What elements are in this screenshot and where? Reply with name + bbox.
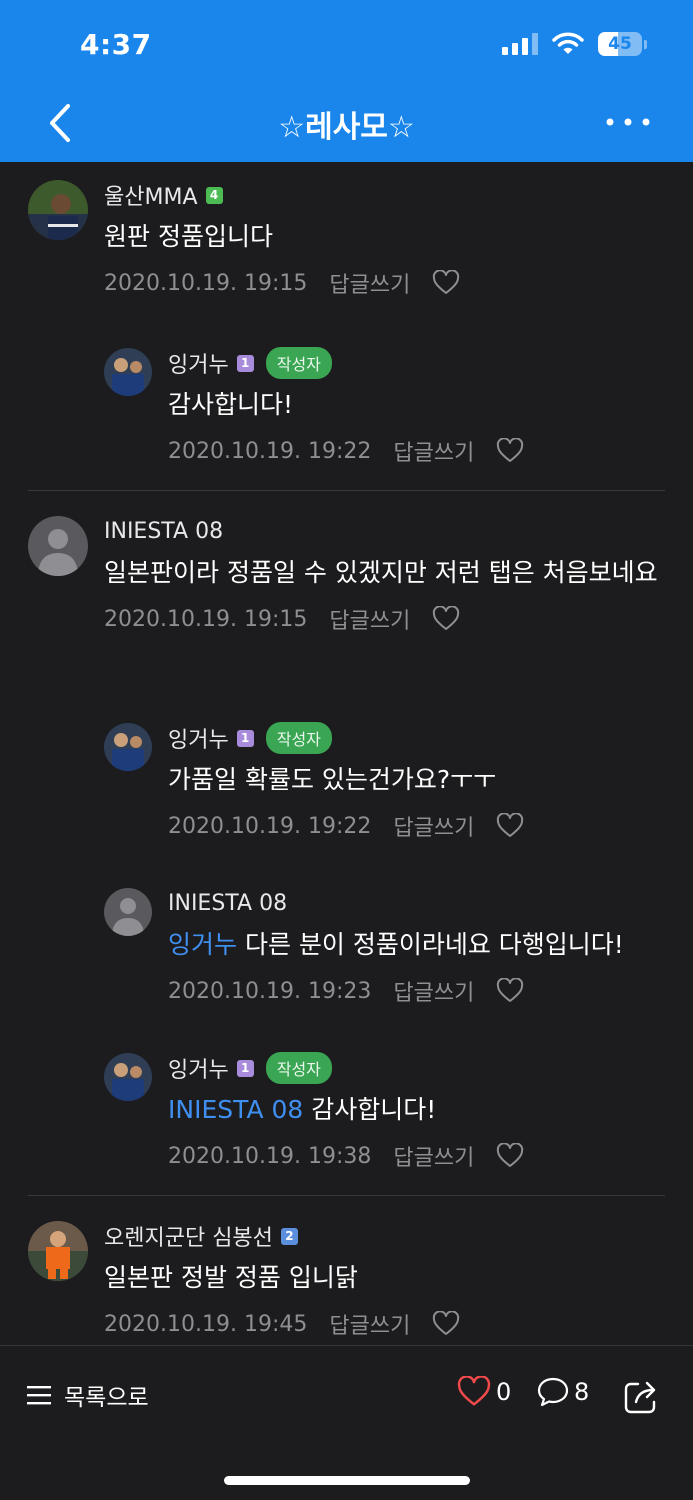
back-to-list-label: 목록으로: [64, 1385, 149, 1411]
status-icons: 45: [502, 32, 647, 56]
heart-icon[interactable]: [432, 270, 460, 296]
comment-date: 2020.10.19. 19:45: [104, 1311, 308, 1337]
avatar[interactable]: [104, 348, 152, 396]
bottom-toolbar: 목록으로 0 8: [0, 1345, 693, 1500]
comment-text-body: 다른 분이 정품이라네요 다행입니다!: [244, 930, 624, 959]
home-indicator: [224, 1476, 470, 1485]
author-badge: 작성자: [265, 1052, 332, 1084]
battery-icon: 45: [598, 32, 647, 56]
reply-button[interactable]: 답글쓰기: [393, 810, 474, 842]
avatar[interactable]: [104, 1053, 152, 1101]
like-count: 0: [496, 1378, 512, 1406]
avatar-photo-icon: [104, 348, 152, 396]
avatar[interactable]: [28, 1221, 88, 1281]
comment-date: 2020.10.19. 19:15: [104, 270, 308, 296]
reply-comment: 잉거누 1 작성자 INIESTA 08 감사합니다! 2020.10.19. …: [168, 1052, 668, 1172]
level-badge: 4: [205, 186, 223, 204]
comment-date: 2020.10.19. 19:22: [168, 813, 372, 839]
comment: INIESTA 08 일본판이라 정품일 수 있겠지만 저런 탭은 처음보네요 …: [104, 516, 670, 635]
reply-button[interactable]: 답글쓰기: [329, 267, 410, 299]
heart-icon[interactable]: [432, 1311, 460, 1337]
avatar-photo-icon: [104, 1053, 152, 1101]
avatar[interactable]: [104, 723, 152, 771]
default-avatar-icon: [104, 888, 152, 936]
like-button[interactable]: 0: [456, 1376, 511, 1408]
author-badge: 작성자: [265, 347, 332, 379]
level-badge: 1: [236, 354, 254, 372]
avatar[interactable]: [28, 180, 88, 240]
comment-text: INIESTA 08 감사합니다!: [168, 1091, 668, 1129]
comment-date: 2020.10.19. 19:38: [168, 1143, 372, 1169]
heart-icon[interactable]: [496, 813, 524, 839]
menu-list-icon: [27, 1386, 51, 1405]
avatar[interactable]: [104, 888, 152, 936]
comment-text: 감사합니다!: [168, 390, 294, 419]
comment-count: 8: [574, 1378, 590, 1406]
share-icon[interactable]: [622, 1376, 662, 1416]
comment-author[interactable]: INIESTA 08: [104, 519, 223, 544]
heart-icon[interactable]: [432, 606, 460, 632]
reply-comment: 잉거누 1 작성자 감사합니다! 2020.10.19. 19:22 답글쓰기: [168, 347, 668, 467]
reply-comment: INIESTA 08 잉거누 다른 분이 정품이라네요 다행입니다! 2020.…: [168, 888, 678, 1007]
heart-icon[interactable]: [496, 978, 524, 1004]
comment-text: 잉거누 다른 분이 정품이라네요 다행입니다!: [168, 926, 678, 964]
comment-text-body: 감사합니다!: [311, 1095, 437, 1124]
back-to-list-button[interactable]: 목록으로: [26, 1378, 149, 1412]
divider: [28, 490, 665, 491]
heart-icon[interactable]: [496, 1143, 524, 1169]
reply-button[interactable]: 답글쓰기: [329, 1308, 410, 1340]
comment-author[interactable]: 잉거누: [168, 722, 229, 754]
comment-author[interactable]: 잉거누: [168, 347, 229, 379]
comment-date: 2020.10.19. 19:22: [168, 438, 372, 464]
comment-author[interactable]: 울산MMA: [104, 179, 198, 211]
speech-bubble-icon: [537, 1377, 569, 1407]
comment-date: 2020.10.19. 19:15: [104, 606, 308, 632]
comment-count-button[interactable]: 8: [536, 1376, 589, 1408]
cellular-signal-icon: [502, 33, 538, 55]
comment-text: 가품일 확률도 있는건가요?ㅜㅜ: [168, 765, 497, 794]
reply-button[interactable]: 답글쓰기: [393, 1140, 474, 1172]
comment-date: 2020.10.19. 19:23: [168, 978, 372, 1004]
comment: 울산MMA 4 원판 정품입니다 2020.10.19. 19:15 답글쓰기: [104, 180, 664, 298]
level-badge: 2: [280, 1227, 298, 1245]
heart-icon: [457, 1376, 491, 1406]
author-badge: 작성자: [265, 722, 332, 754]
mention-link[interactable]: 잉거누: [168, 930, 237, 959]
status-time: 4:37: [80, 28, 152, 61]
avatar-photo-icon: [28, 1221, 88, 1281]
comment-author[interactable]: 오렌지군단 심봉선: [104, 1220, 273, 1252]
comment-text: 원판 정품입니다: [104, 222, 273, 251]
reply-button[interactable]: 답글쓰기: [393, 435, 474, 467]
more-options-icon[interactable]: [603, 104, 653, 140]
avatar-photo-icon: [104, 723, 152, 771]
reply-comment: 잉거누 1 작성자 가품일 확률도 있는건가요?ㅜㅜ 2020.10.19. 1…: [168, 722, 668, 842]
comment-text: 일본판이라 정품일 수 있겠지만 저런 탭은 처음보네요: [104, 558, 658, 587]
mention-link[interactable]: INIESTA 08: [168, 1095, 303, 1124]
level-badge: 1: [236, 729, 254, 747]
comment-text: 일본판 정발 정품 입니닭: [104, 1263, 358, 1292]
comment: 오렌지군단 심봉선 2 일본판 정발 정품 입니닭 2020.10.19. 19…: [104, 1221, 664, 1339]
page-title: ☆레사모☆: [278, 110, 415, 145]
comment-list: 울산MMA 4 원판 정품입니다 2020.10.19. 19:15 답글쓰기 …: [0, 162, 693, 1345]
wifi-icon: [552, 32, 584, 54]
comment-author[interactable]: 잉거누: [168, 1052, 229, 1084]
default-avatar-icon: [28, 516, 88, 576]
comment-author[interactable]: INIESTA 08: [168, 891, 287, 916]
divider: [28, 1195, 665, 1196]
reply-button[interactable]: 답글쓰기: [329, 603, 410, 635]
avatar[interactable]: [28, 516, 88, 576]
level-badge: 1: [236, 1059, 254, 1077]
app-header: 4:37 45 ☆레사모☆: [0, 0, 693, 162]
avatar-photo-icon: [28, 180, 88, 240]
reply-button[interactable]: 답글쓰기: [393, 975, 474, 1007]
heart-icon[interactable]: [496, 438, 524, 464]
battery-level: 45: [608, 34, 632, 54]
